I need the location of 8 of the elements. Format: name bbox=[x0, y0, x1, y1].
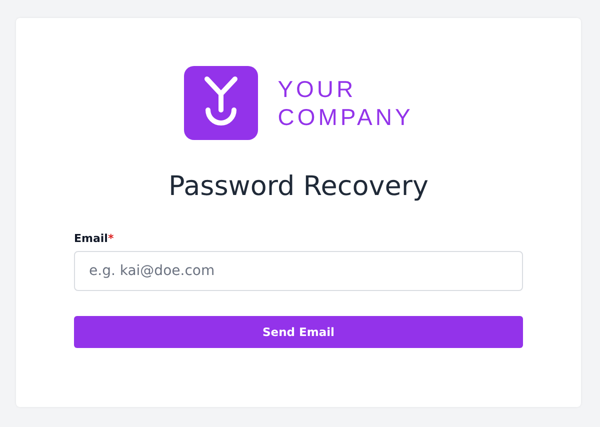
email-field[interactable]: e.g. kai@doe.com bbox=[74, 251, 523, 291]
required-mark: * bbox=[108, 232, 114, 246]
logo-icon bbox=[184, 66, 258, 140]
company-name: COMPANY bbox=[278, 104, 414, 130]
field-label: Email bbox=[74, 232, 108, 246]
company-name: YOUR bbox=[278, 76, 358, 102]
send-email-button[interactable]: Send Email bbox=[74, 316, 523, 348]
page-title: Password Recovery bbox=[168, 170, 430, 204]
